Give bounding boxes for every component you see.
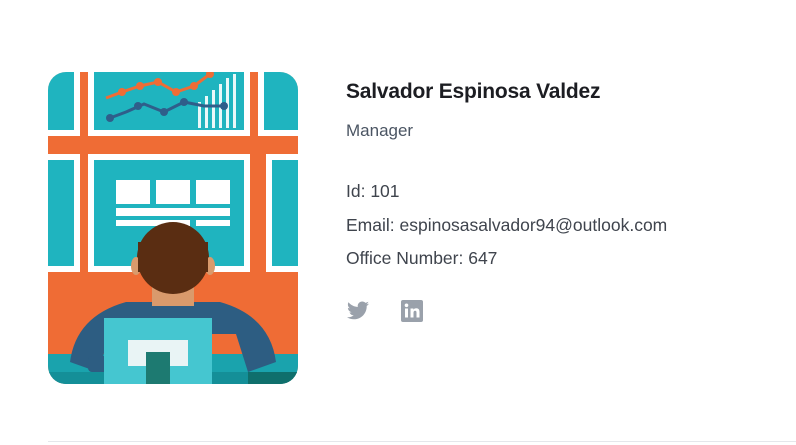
employee-email: Email: espinosasalvador94@outlook.com: [346, 214, 668, 235]
employee-details: Id: 101 Email: espinosasalvador94@outloo…: [346, 180, 667, 269]
employee-role: Manager: [346, 121, 414, 140]
twitter-icon: [347, 301, 369, 320]
employee-office-number: Office Number: 647: [346, 248, 498, 268]
linkedin-link[interactable]: [400, 299, 424, 323]
employee-info: Salvador Espinosa Valdez Manager Id: 101…: [346, 72, 667, 323]
twitter-link[interactable]: [346, 299, 370, 323]
employee-name: Salvador Espinosa Valdez: [346, 80, 601, 103]
employee-id: Id: 101: [346, 181, 400, 201]
linkedin-icon: [401, 300, 423, 322]
employee-card: Salvador Espinosa Valdez Manager Id: 101…: [48, 72, 667, 384]
section-divider: [48, 441, 796, 442]
employee-avatar: [48, 72, 298, 384]
social-links: [346, 299, 667, 323]
